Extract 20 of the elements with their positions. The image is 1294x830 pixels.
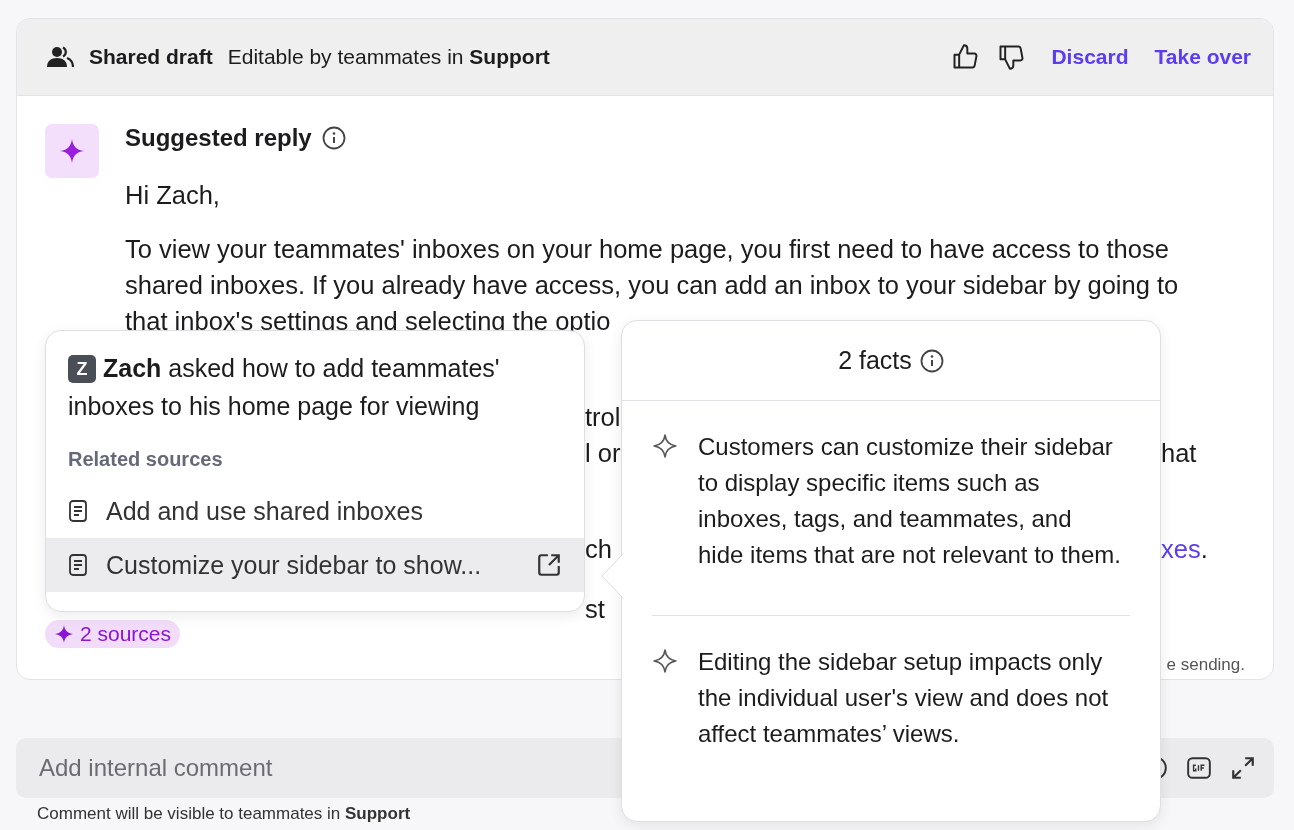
- draft-title: Shared draft: [89, 45, 213, 69]
- reply-text: that inbox's settings and selecting the optio: [125, 306, 612, 337]
- reply-text: ch: [585, 535, 612, 563]
- draft-subtitle: Editable by teammates in Support: [227, 45, 550, 69]
- reply-text: st: [585, 595, 605, 623]
- reply-title: Suggested reply: [125, 124, 312, 152]
- fact-text: Editing the sidebar setup impacts only the individual user's view and does not affect teammates’ views.: [698, 647, 1110, 749]
- reply-text: l or: [585, 439, 621, 467]
- reply-text: trol: [585, 403, 621, 431]
- reply-text: shared inboxes. If you already have access, you can add an inbox to your sidebar by going to: [125, 270, 1180, 301]
- question-summary: Z Zach asked how to add teammates' inboxes to his home page for viewing: [67, 353, 501, 422]
- reply-text: To view your teammates' inboxes on your home page, you first need to have access to those: [125, 234, 1170, 265]
- greeting-text: Hi Zach,: [125, 180, 221, 211]
- reply-text: xes.: [1161, 535, 1208, 563]
- fact-text: Customers can customize their sidebar to display specific items such as inboxes, tags, and teammates, and hide items that are not relevant to them.: [698, 432, 1122, 570]
- facts-title: 2 facts: [838, 346, 912, 375]
- reply-note: e sending.: [1166, 655, 1245, 675]
- comment-note: Comment will be visible to teammates in Support: [37, 804, 412, 824]
- reply-text: hat: [1161, 439, 1197, 467]
- section-label: Related sources: [67, 448, 224, 471]
